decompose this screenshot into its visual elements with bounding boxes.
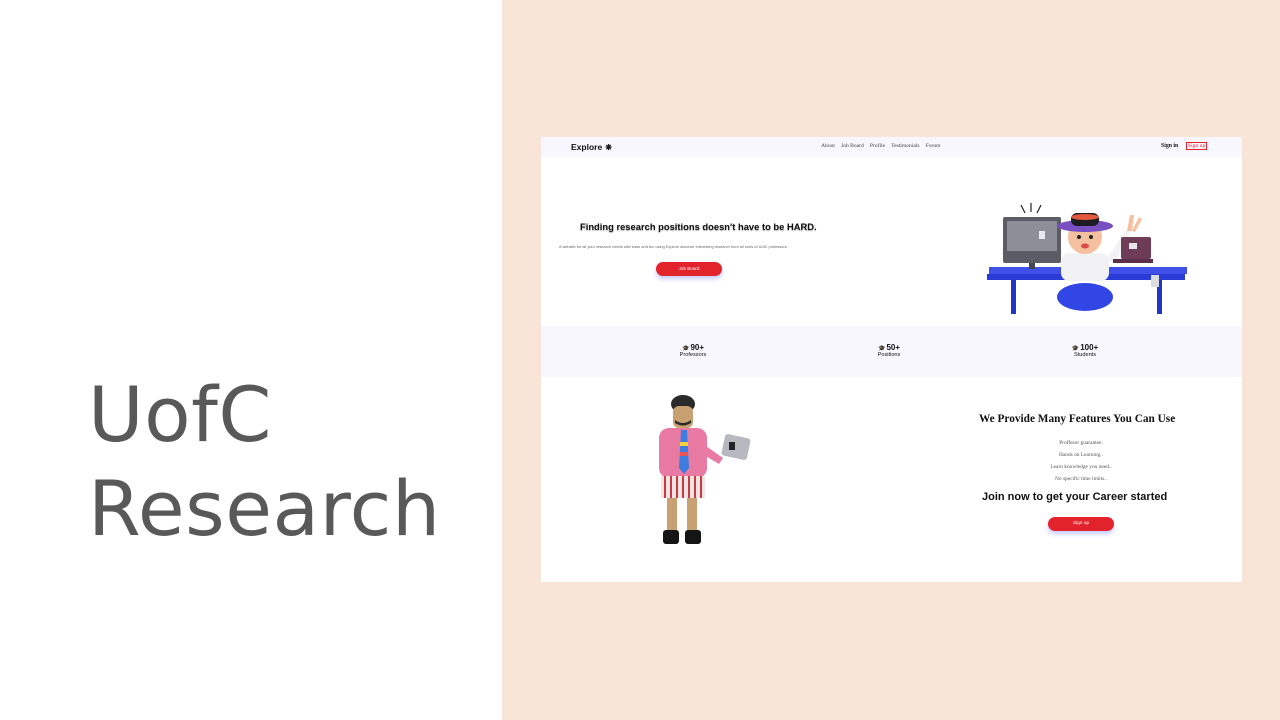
hero-subtitle: A website for all your research needs wi… bbox=[559, 244, 788, 249]
features-title: We Provide Many Features You Can Use bbox=[979, 413, 1176, 425]
website-screenshot: Explore ❋ About Job Board Profile Testimo… bbox=[541, 137, 1242, 582]
feature-item: Proffesor guarantee. bbox=[1059, 440, 1103, 446]
site-navbar: Explore ❋ About Job Board Profile Testimo… bbox=[541, 137, 1242, 157]
desk-illustration bbox=[987, 203, 1187, 314]
feature-item: No specific time limits.. bbox=[1055, 476, 1107, 482]
person-legs bbox=[1057, 283, 1113, 311]
stat-value: 100+ bbox=[1080, 343, 1099, 352]
nav-links: About Job Board Profile Testimonials For… bbox=[821, 143, 941, 149]
person-shirt bbox=[1061, 253, 1109, 281]
feature-item: Learn knowledge you need.. bbox=[1050, 464, 1112, 470]
stat-label: Professors bbox=[679, 352, 707, 358]
sign-up-button[interactable]: Sign up bbox=[1048, 517, 1114, 531]
monitor-screen bbox=[1007, 221, 1057, 251]
nav-link-testimonials[interactable]: Testimonials bbox=[891, 143, 920, 149]
brand-name: Explore bbox=[571, 142, 603, 152]
feature-item: Hands on Learning.. bbox=[1058, 452, 1103, 458]
nav-link-about[interactable]: About bbox=[821, 143, 835, 149]
slide-title-line-1: UofC bbox=[88, 370, 272, 459]
man-laptop bbox=[721, 434, 751, 460]
stat-value: 90+ bbox=[690, 343, 705, 352]
features-list: Proffesor guarantee. Hands on Learning..… bbox=[1021, 437, 1141, 485]
sign-in-link[interactable]: Sign in bbox=[1161, 143, 1178, 149]
nav-link-forum[interactable]: Forum bbox=[926, 143, 941, 149]
stat-label: Students bbox=[1073, 352, 1097, 358]
nav-link-profile[interactable]: Profile bbox=[870, 143, 885, 149]
stat-positions: 🎓50+ Positions bbox=[859, 343, 919, 358]
job-board-button[interactable]: Job Board bbox=[656, 262, 722, 276]
stat-value: 50+ bbox=[886, 343, 901, 352]
man-with-laptop-illustration bbox=[659, 395, 751, 544]
stat-label: Positions bbox=[877, 352, 901, 358]
stats-band: 🎓90+ Professors 🎓50+ Positions 🎓100+ Stu… bbox=[541, 326, 1242, 377]
stat-students: 🎓100+ Students bbox=[1055, 343, 1115, 358]
stat-professors: 🎓90+ Professors bbox=[663, 343, 723, 358]
flower-icon: ❋ bbox=[605, 143, 612, 152]
slide-title: UofC Research bbox=[88, 368, 441, 556]
nav-link-job-board[interactable]: Job Board bbox=[841, 143, 864, 149]
hero-title: Finding research positions doesn't have … bbox=[580, 221, 817, 232]
site-brand[interactable]: Explore ❋ bbox=[571, 142, 612, 152]
desk-leg-left bbox=[1011, 280, 1016, 314]
monitor-stand bbox=[1029, 263, 1035, 269]
cta-title: Join now to get your Career started bbox=[982, 491, 1168, 503]
slide-title-line-2: Research bbox=[88, 464, 441, 553]
hat-band bbox=[1071, 214, 1099, 220]
sign-up-link[interactable]: Sign up bbox=[1186, 142, 1208, 150]
slide-left-panel: UofC Research bbox=[0, 0, 502, 720]
mug-shape bbox=[1151, 275, 1159, 287]
monitor-sticker bbox=[1039, 231, 1045, 239]
